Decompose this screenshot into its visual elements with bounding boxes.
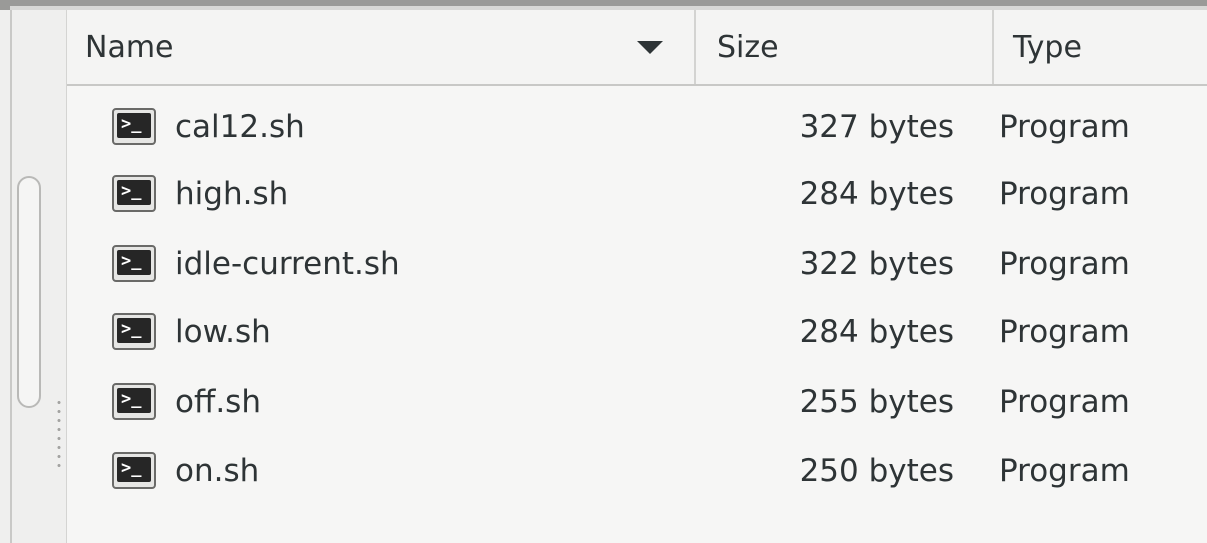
file-name: off.sh: [175, 383, 261, 420]
column-header-size[interactable]: Size: [694, 10, 992, 84]
column-header-size-label: Size: [717, 29, 779, 65]
file-name: cal12.sh: [175, 108, 305, 145]
file-list: >_ cal12.sh 327 bytes Program >_ high.sh…: [67, 86, 1207, 543]
file-browser-window: Name Size Type >_ cal12.sh 327 bytes Pro…: [0, 0, 1207, 543]
file-size: 322 bytes: [799, 245, 954, 282]
file-size: 255 bytes: [799, 383, 954, 420]
column-header-bar: Name Size Type: [67, 10, 1207, 86]
file-name: on.sh: [175, 452, 260, 489]
file-size: 250 bytes: [799, 452, 954, 489]
terminal-script-icon: >_: [112, 313, 156, 350]
side-pane: [0, 10, 67, 543]
window-top-border: [0, 0, 1207, 10]
file-row[interactable]: >_ low.sh 284 bytes Program: [67, 297, 1207, 366]
file-type: Program: [999, 245, 1130, 282]
terminal-script-icon: >_: [112, 452, 156, 489]
terminal-script-icon: >_: [112, 175, 156, 212]
file-row[interactable]: >_ on.sh 250 bytes Program: [67, 436, 1207, 505]
column-header-type-label: Type: [1013, 29, 1082, 65]
file-type: Program: [999, 383, 1130, 420]
file-name: high.sh: [175, 175, 289, 212]
file-row[interactable]: >_ high.sh 284 bytes Program: [67, 159, 1207, 228]
file-type: Program: [999, 108, 1130, 145]
file-size: 284 bytes: [799, 313, 954, 350]
file-type: Program: [999, 175, 1130, 212]
file-row[interactable]: >_ off.sh 255 bytes Program: [67, 367, 1207, 436]
file-row[interactable]: >_ idle-current.sh 322 bytes Program: [67, 229, 1207, 298]
chevron-down-icon[interactable]: [637, 41, 663, 54]
file-row[interactable]: >_ cal12.sh 327 bytes Program: [67, 92, 1207, 161]
file-size: 284 bytes: [799, 175, 954, 212]
column-header-type[interactable]: Type: [992, 10, 1207, 84]
column-header-name[interactable]: Name: [67, 10, 694, 84]
terminal-script-icon: >_: [112, 245, 156, 282]
scrollbar-thumb[interactable]: [17, 176, 41, 408]
terminal-script-icon: >_: [112, 108, 156, 145]
file-type: Program: [999, 313, 1130, 350]
file-name: idle-current.sh: [175, 245, 400, 282]
file-size: 327 bytes: [799, 108, 954, 145]
file-type: Program: [999, 452, 1130, 489]
column-header-name-label: Name: [85, 29, 174, 65]
pane-resize-grip[interactable]: [57, 398, 61, 470]
terminal-script-icon: >_: [112, 383, 156, 420]
file-name: low.sh: [175, 313, 271, 350]
pane-border: [10, 10, 12, 543]
